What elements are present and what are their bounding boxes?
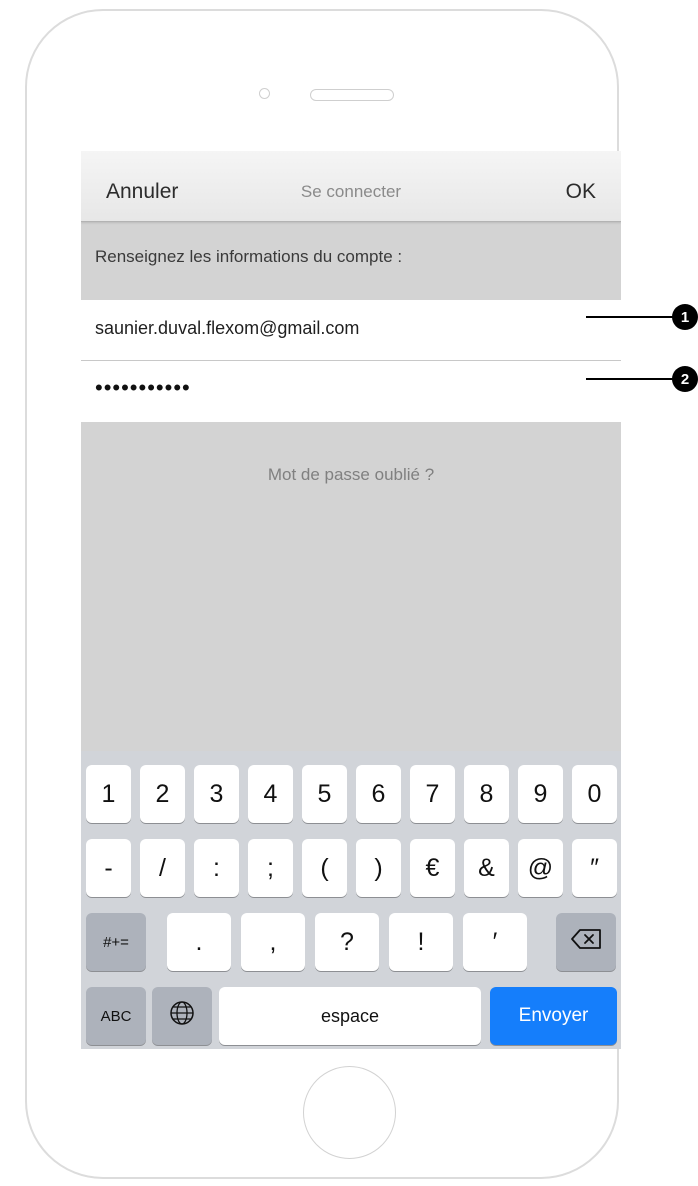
screen: Annuler Se connecter OK Renseignez les i… xyxy=(81,151,621,1049)
phone-frame: Annuler Se connecter OK Renseignez les i… xyxy=(25,9,621,1179)
email-field[interactable]: saunier.duval.flexom@gmail.com xyxy=(81,300,621,361)
home-button[interactable] xyxy=(303,1066,396,1159)
cancel-button[interactable]: Annuler xyxy=(106,179,178,205)
key-hyphen[interactable]: - xyxy=(86,839,131,897)
callout-2-line xyxy=(586,378,678,380)
key-open-paren[interactable]: ( xyxy=(302,839,347,897)
key-6[interactable]: 6 xyxy=(356,765,401,823)
ok-button[interactable]: OK xyxy=(566,179,596,205)
key-ampersand[interactable]: & xyxy=(464,839,509,897)
keyboard: 1 2 3 4 5 6 7 8 9 0 - / : ; ( ) € & @ ″ … xyxy=(81,751,621,1049)
email-value: saunier.duval.flexom@gmail.com xyxy=(95,318,360,338)
key-semicolon[interactable]: ; xyxy=(248,839,293,897)
send-key[interactable]: Envoyer xyxy=(490,987,617,1045)
key-apostrophe[interactable]: ′ xyxy=(463,913,527,971)
key-5[interactable]: 5 xyxy=(302,765,347,823)
key-3[interactable]: 3 xyxy=(194,765,239,823)
key-at[interactable]: @ xyxy=(518,839,563,897)
key-4[interactable]: 4 xyxy=(248,765,293,823)
callout-2-badge: 2 xyxy=(672,366,698,392)
space-key[interactable]: espace xyxy=(219,987,481,1045)
globe-icon xyxy=(169,1000,195,1033)
key-slash[interactable]: / xyxy=(140,839,185,897)
callout-1-line xyxy=(586,316,678,318)
account-section-header: Renseignez les informations du compte : xyxy=(95,247,403,266)
key-9[interactable]: 9 xyxy=(518,765,563,823)
abc-key[interactable]: ABC xyxy=(86,987,146,1045)
key-7[interactable]: 7 xyxy=(410,765,455,823)
navigation-bar: Annuler Se connecter OK xyxy=(81,151,621,222)
password-value: ••••••••••• xyxy=(95,375,191,400)
key-comma[interactable]: , xyxy=(241,913,305,971)
earpiece-speaker xyxy=(310,89,394,101)
key-euro[interactable]: € xyxy=(410,839,455,897)
forgot-password-link[interactable]: Mot de passe oublié ? xyxy=(81,465,621,485)
key-exclamation[interactable]: ! xyxy=(389,913,453,971)
key-double-quote[interactable]: ″ xyxy=(572,839,617,897)
symbols-mode-key[interactable]: #+= xyxy=(86,913,146,971)
key-2[interactable]: 2 xyxy=(140,765,185,823)
key-close-paren[interactable]: ) xyxy=(356,839,401,897)
key-question[interactable]: ? xyxy=(315,913,379,971)
key-1[interactable]: 1 xyxy=(86,765,131,823)
key-colon[interactable]: : xyxy=(194,839,239,897)
backspace-icon xyxy=(570,928,602,957)
globe-key[interactable] xyxy=(152,987,212,1045)
key-8[interactable]: 8 xyxy=(464,765,509,823)
key-0[interactable]: 0 xyxy=(572,765,617,823)
front-camera xyxy=(259,88,270,99)
password-field[interactable]: ••••••••••• xyxy=(81,361,621,422)
callout-1-badge: 1 xyxy=(672,304,698,330)
key-period[interactable]: . xyxy=(167,913,231,971)
backspace-key[interactable] xyxy=(556,913,616,971)
